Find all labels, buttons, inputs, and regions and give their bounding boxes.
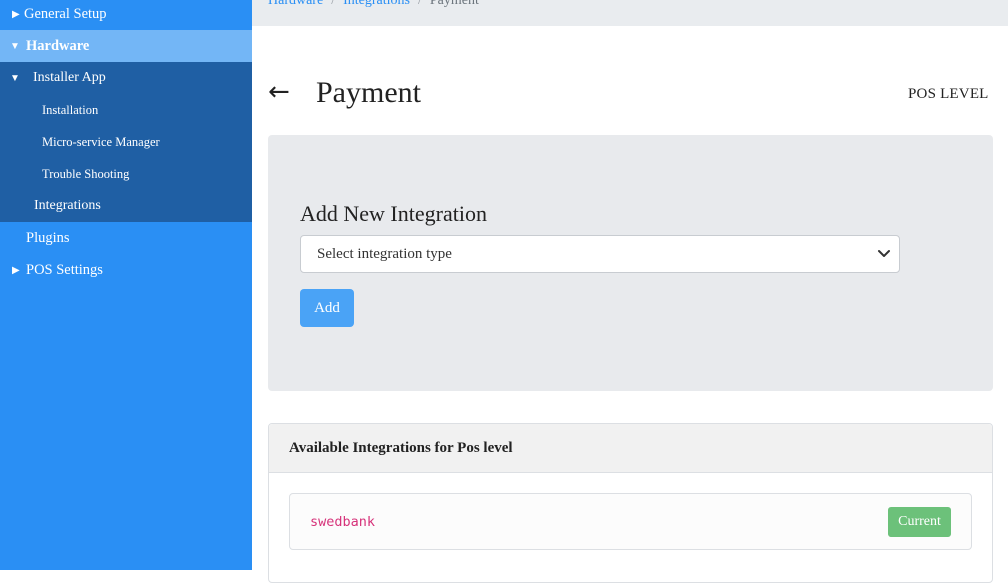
- add-integration-title: Add New Integration: [300, 201, 487, 226]
- sidebar-item-label: Micro-service Manager: [42, 134, 160, 149]
- sidebar-item-plugins[interactable]: Plugins: [0, 222, 252, 254]
- sidebar-item-label: General Setup: [24, 5, 107, 22]
- sidebar-item-label: Hardware: [26, 37, 90, 54]
- caret-down-icon: ▼: [10, 72, 20, 84]
- caret-down-icon: ▼: [10, 40, 20, 52]
- sidebar-item-general-setup[interactable]: ▶ General Setup: [0, 0, 252, 30]
- sidebar-item-label: Installer App: [33, 70, 106, 85]
- breadcrumb-payment: Payment: [429, 0, 479, 8]
- caret-right-icon: ▶: [12, 264, 20, 276]
- back-arrow-icon[interactable]: ←: [268, 78, 290, 106]
- sidebar-item-installer-app[interactable]: ▼ Installer App: [0, 62, 252, 94]
- caret-right-icon: ▶: [12, 8, 20, 20]
- integration-type-select-value: Select integration type: [317, 245, 452, 262]
- sidebar-item-installation[interactable]: Installation: [0, 94, 252, 126]
- page-title: Payment: [316, 76, 421, 109]
- level-label: POS LEVEL: [908, 86, 989, 102]
- breadcrumb-separator: /: [331, 0, 336, 8]
- sidebar: ▶ General Setup ▼ Hardware ▼ Installer A…: [0, 0, 252, 570]
- sidebar-item-label: Trouble Shooting: [42, 166, 130, 181]
- sidebar-item-label: Integrations: [34, 198, 101, 213]
- sidebar-item-micro-service-manager[interactable]: Micro-service Manager: [0, 126, 252, 158]
- integration-row[interactable]: swedbank Current: [289, 493, 972, 550]
- breadcrumb-separator: /: [417, 0, 422, 8]
- sidebar-item-label: POS Settings: [26, 261, 103, 278]
- sidebar-item-label: Plugins: [26, 229, 70, 246]
- sidebar-item-integrations[interactable]: Integrations: [0, 190, 252, 222]
- chevron-down-icon: [878, 250, 890, 257]
- sidebar-item-hardware[interactable]: ▼ Hardware: [0, 30, 252, 62]
- sidebar-item-trouble-shooting[interactable]: Trouble Shooting: [0, 158, 252, 190]
- breadcrumb-hardware[interactable]: Hardware: [268, 0, 323, 8]
- status-badge: Current: [888, 507, 951, 537]
- card-title: Available Integrations for Pos level: [289, 440, 513, 456]
- integration-type-select[interactable]: Select integration type: [300, 235, 900, 273]
- integration-name: swedbank: [310, 514, 376, 530]
- sidebar-item-label: Installation: [42, 102, 99, 117]
- sidebar-item-pos-settings[interactable]: ▶ POS Settings: [0, 254, 252, 286]
- add-button[interactable]: Add: [300, 289, 354, 327]
- breadcrumb: Hardware / Integrations / Payment: [252, 0, 1008, 26]
- breadcrumb-integrations[interactable]: Integrations: [343, 0, 410, 8]
- card-header: Available Integrations for Pos level: [269, 424, 992, 473]
